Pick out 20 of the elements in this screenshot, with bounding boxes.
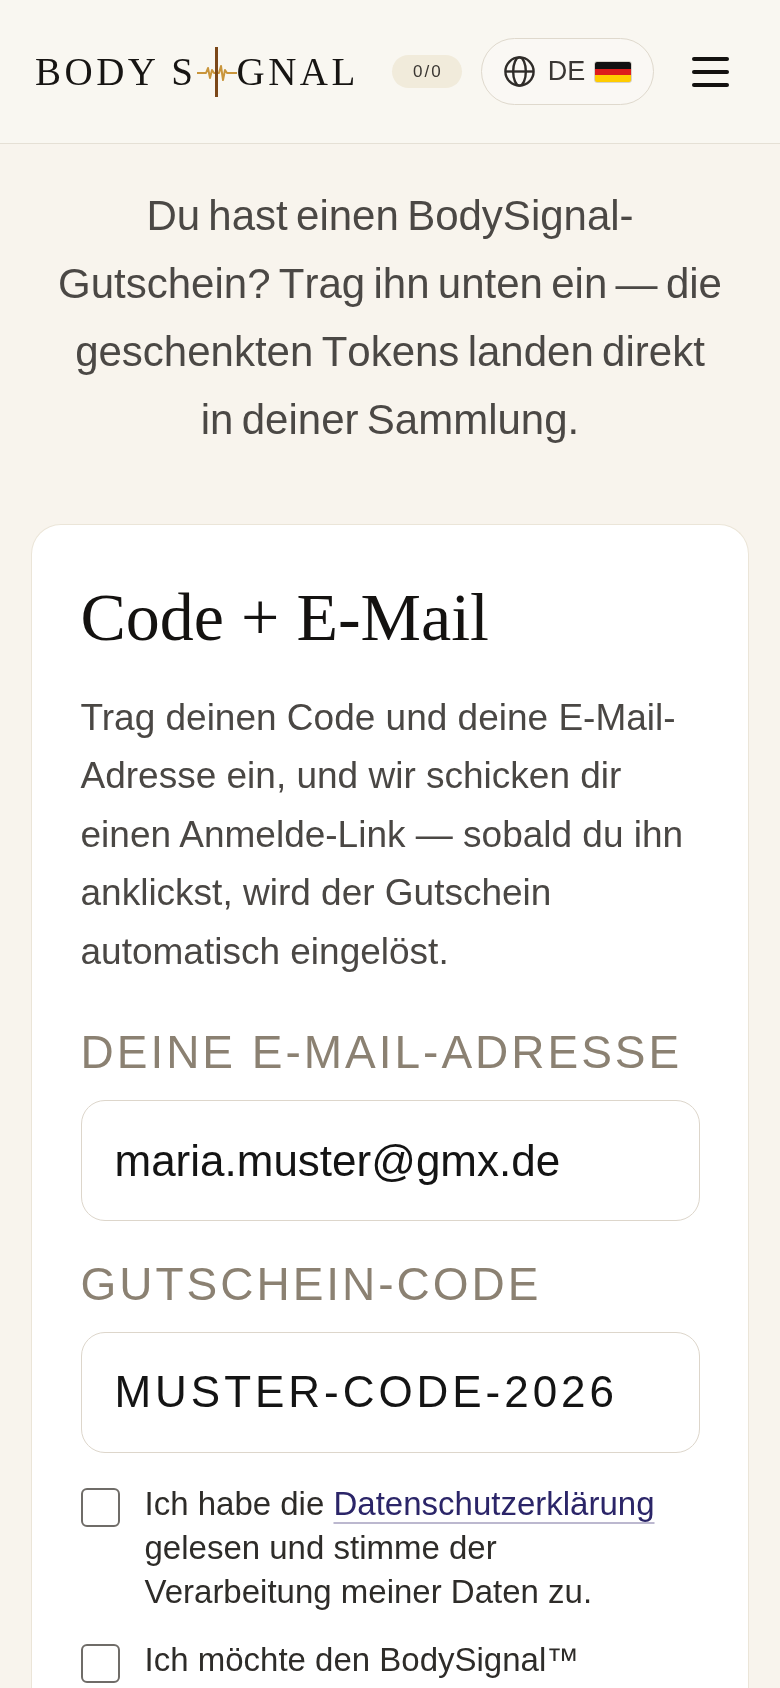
field-label: DEINE E-MAIL-ADRESSE <box>80 1027 684 1078</box>
brand-logo[interactable]: BODY S GNAL <box>35 46 359 97</box>
card-title: Code + E-Mail <box>80 578 490 657</box>
pulse-icon <box>196 46 237 97</box>
card-description: Trag deinen Code und deine E-Mail-Adresse ein, und wir schicken dir einen Anmelde-Link — sobald du ihn anklickst, wird der Gutschein automatisch eingelöst. <box>80 696 685 974</box>
checkbox[interactable] <box>80 1487 120 1527</box>
checkbox[interactable] <box>80 1643 120 1683</box>
field-label: GUTSCHEIN-CODE <box>80 1258 543 1309</box>
voucher-code-field[interactable]: MUSTER-CODE-2026 <box>80 1331 700 1453</box>
flag-icon <box>594 60 633 83</box>
privacy-policy-link[interactable]: Datenschutzerklärung <box>333 1484 655 1522</box>
email-field[interactable]: maria.muster@gmx.de <box>80 1100 700 1222</box>
globe-icon <box>503 56 535 87</box>
menu-icon <box>691 56 729 87</box>
consent-text: Ich möchte den BodySignal™ <box>144 1639 580 1680</box>
consent-text: Ich habe die Datenschutzerklärung gelesen und stimme der Verarbeitung meiner Daten zu. <box>144 1483 656 1612</box>
language-button[interactable]: DE <box>480 38 654 105</box>
intro-text: Du hast einen BodySignal-Gutschein? Trag ihn unten ein — die geschenkten Tokens landen direkt in deiner Sammlung. <box>57 191 723 445</box>
menu-button[interactable] <box>691 56 729 87</box>
token-counter: 0/0 <box>391 55 462 88</box>
